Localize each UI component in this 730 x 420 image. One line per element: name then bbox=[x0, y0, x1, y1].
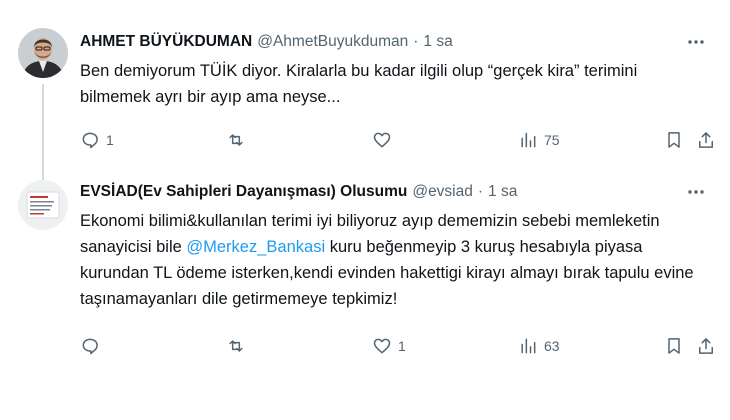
like-icon bbox=[372, 130, 392, 150]
tweet-text: Ekonomi bilimi&kullanılan terimi iyi bil… bbox=[80, 208, 710, 312]
author-name[interactable]: AHMET BÜYÜKDUMAN bbox=[80, 33, 252, 51]
repost-icon bbox=[226, 130, 246, 150]
tweet-actions: 1 63 bbox=[80, 334, 720, 358]
bookmark-button[interactable] bbox=[664, 334, 684, 358]
like-button[interactable]: 1 bbox=[372, 334, 406, 358]
more-dots-icon[interactable] bbox=[684, 180, 708, 204]
reply-icon bbox=[80, 130, 100, 150]
separator-dot: · bbox=[477, 183, 484, 200]
tweet-thread: AHMET BÜYÜKDUMAN @AhmetBuyukduman · 1 sa… bbox=[0, 0, 730, 420]
views-count: 75 bbox=[544, 132, 560, 148]
tweet-header: AHMET BÜYÜKDUMAN @AhmetBuyukduman · 1 sa bbox=[80, 30, 716, 54]
like-icon bbox=[372, 336, 392, 356]
views-button[interactable]: 75 bbox=[518, 128, 560, 152]
tweet-actions: 1 75 bbox=[80, 128, 720, 152]
tweet[interactable]: EVSİAD(Ev Sahipleri Dayanışması) Olusumu… bbox=[0, 172, 730, 420]
reply-button[interactable]: 1 bbox=[80, 128, 114, 152]
views-count: 63 bbox=[544, 338, 560, 354]
more-dots-icon[interactable] bbox=[684, 30, 708, 54]
mention-link[interactable]: @Merkez_Bankasi bbox=[186, 238, 325, 256]
avatar[interactable] bbox=[18, 180, 68, 230]
avatar[interactable] bbox=[18, 28, 68, 78]
tweet-header: EVSİAD(Ev Sahipleri Dayanışması) Olusumu… bbox=[80, 180, 716, 204]
tweet-text: Ben demiyorum TÜİK diyor. Kiralarla bu k… bbox=[80, 62, 638, 106]
author-handle[interactable]: @AhmetBuyukduman bbox=[257, 33, 408, 51]
tweet-content: EVSİAD(Ev Sahipleri Dayanışması) Olusumu… bbox=[80, 180, 716, 355]
share-button[interactable] bbox=[696, 334, 716, 358]
tweet[interactable]: AHMET BÜYÜKDUMAN @AhmetBuyukduman · 1 sa… bbox=[0, 0, 730, 190]
share-icon bbox=[696, 336, 716, 356]
repost-button[interactable] bbox=[226, 128, 252, 152]
timestamp[interactable]: 1 sa bbox=[488, 183, 517, 201]
share-button[interactable] bbox=[696, 128, 716, 152]
repost-button[interactable] bbox=[226, 334, 252, 358]
like-count: 1 bbox=[398, 338, 406, 354]
author-name[interactable]: EVSİAD(Ev Sahipleri Dayanışması) Olusumu bbox=[80, 183, 407, 201]
reply-count: 1 bbox=[106, 132, 114, 148]
separator-dot: · bbox=[413, 33, 419, 50]
views-icon bbox=[518, 336, 538, 356]
reply-icon bbox=[80, 336, 100, 356]
share-icon bbox=[696, 130, 716, 150]
bookmark-button[interactable] bbox=[664, 128, 684, 152]
author-handle[interactable]: @evsiad bbox=[412, 183, 473, 201]
views-button[interactable]: 63 bbox=[518, 334, 560, 358]
bookmark-icon bbox=[664, 130, 684, 150]
repost-icon bbox=[226, 336, 246, 356]
like-button[interactable] bbox=[372, 128, 398, 152]
views-icon bbox=[518, 130, 538, 150]
reply-button[interactable] bbox=[80, 334, 106, 358]
tweet-content: AHMET BÜYÜKDUMAN @AhmetBuyukduman · 1 sa… bbox=[80, 30, 716, 149]
bookmark-icon bbox=[664, 336, 684, 356]
timestamp[interactable]: 1 sa bbox=[423, 33, 452, 51]
